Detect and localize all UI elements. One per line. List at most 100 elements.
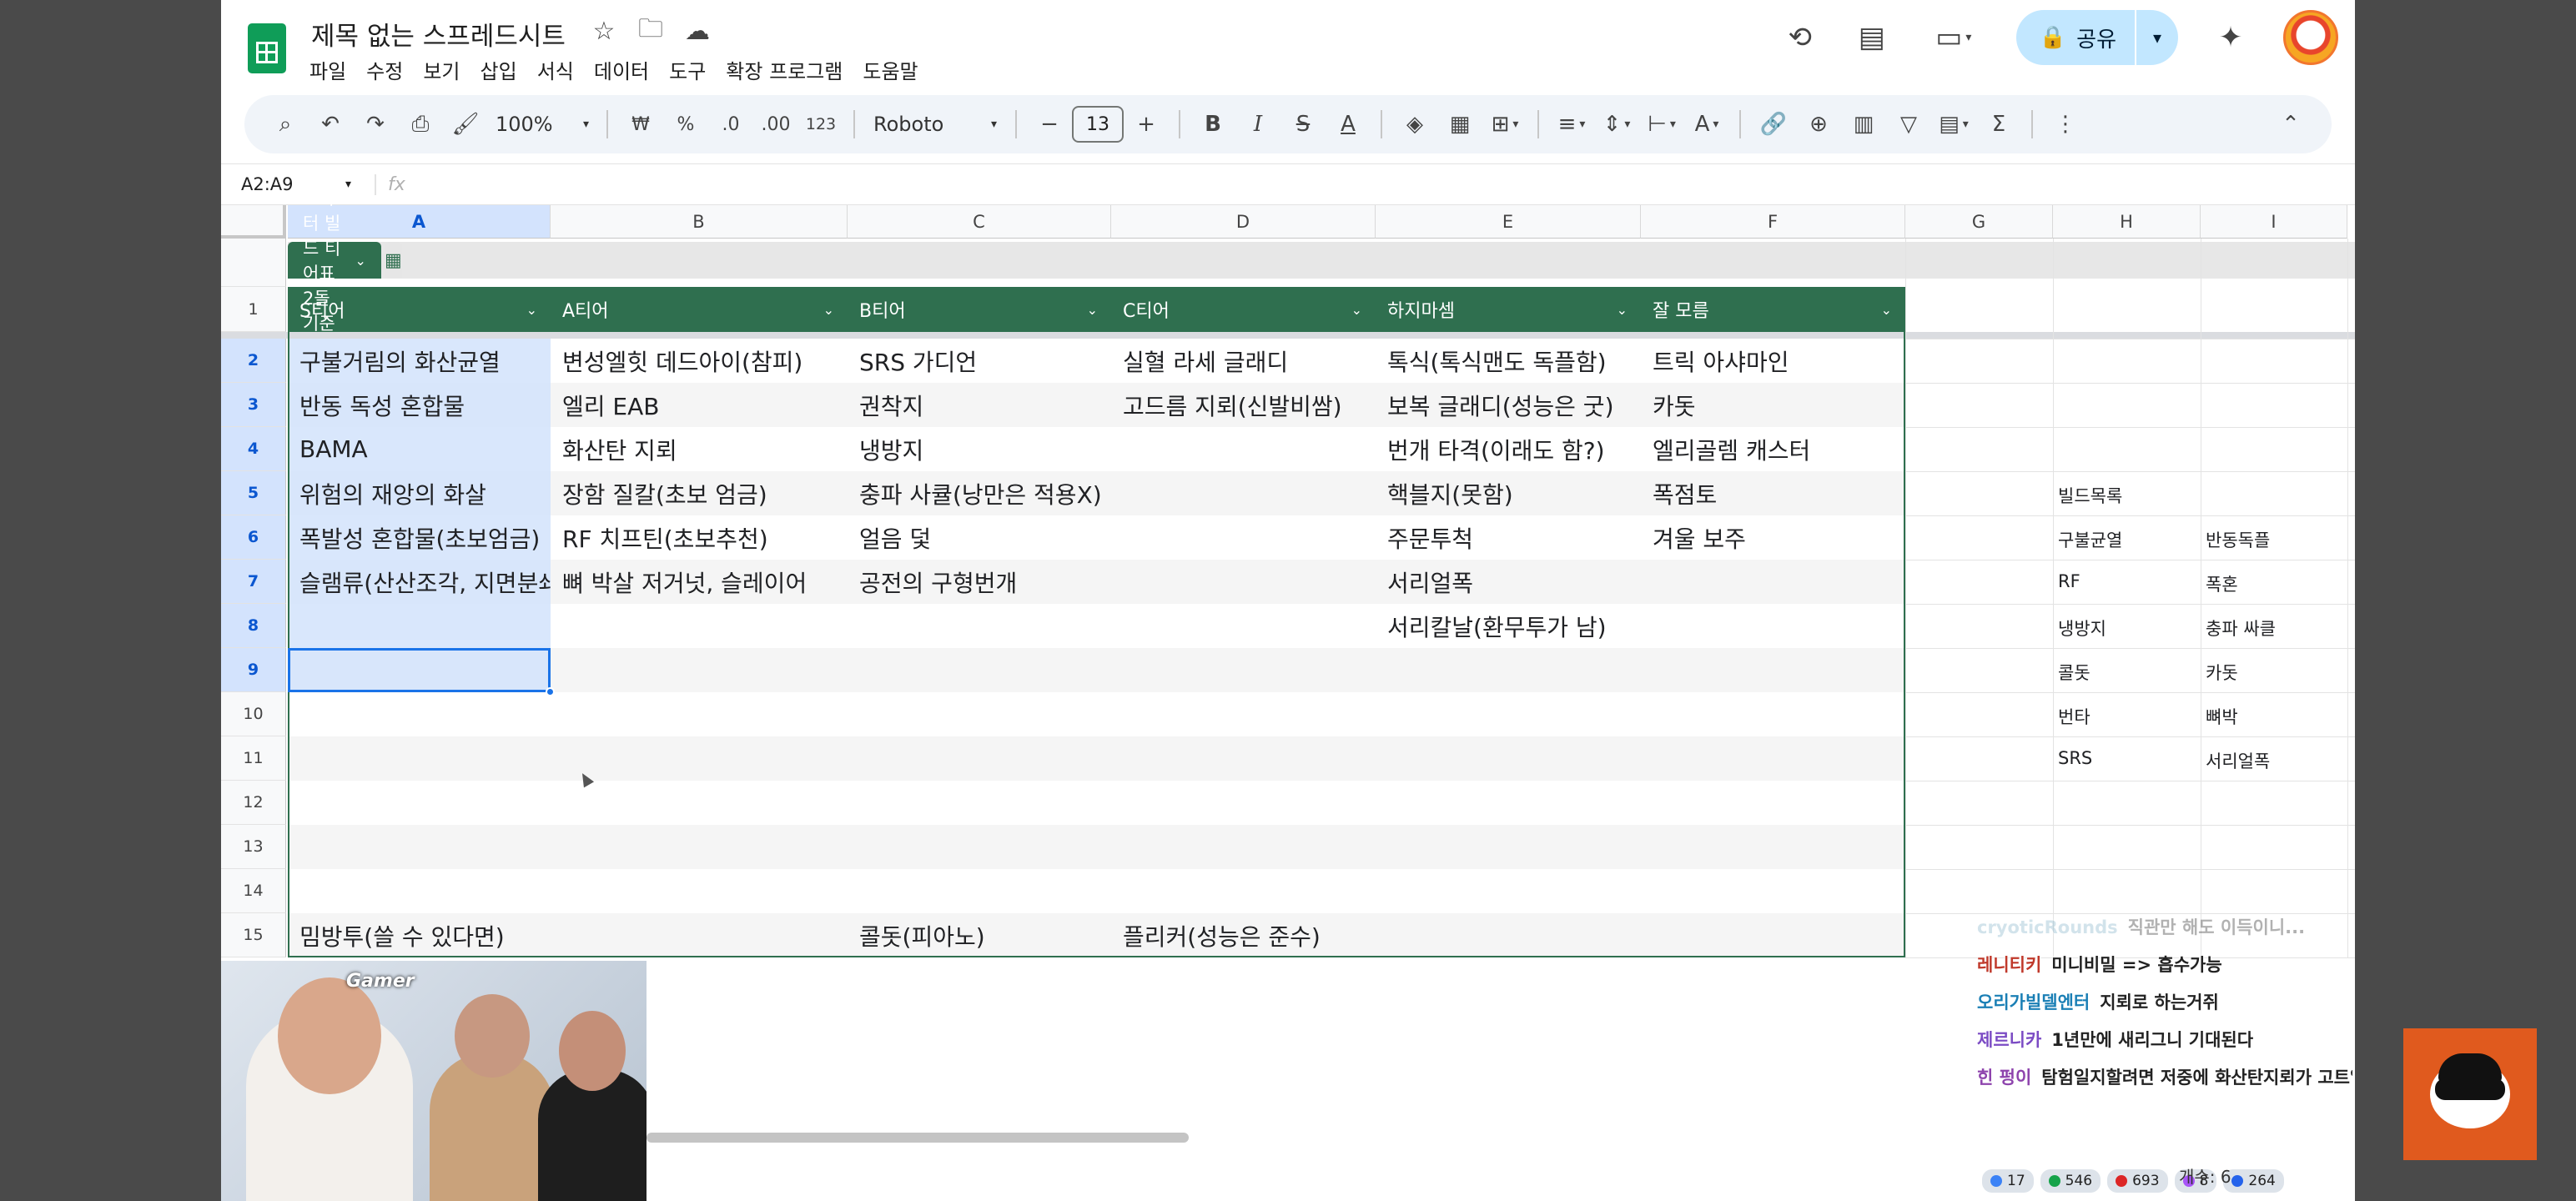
table-cell[interactable] bbox=[288, 648, 551, 692]
table-cell[interactable] bbox=[551, 869, 848, 913]
side-list-title[interactable]: 빌드목록 bbox=[2058, 483, 2122, 508]
fill-color-icon[interactable]: ◈ bbox=[1395, 104, 1435, 144]
table-cell[interactable]: 냉방지 bbox=[848, 427, 1111, 471]
side-list-cell[interactable]: 서리얼폭 bbox=[2206, 748, 2270, 773]
table-cell[interactable] bbox=[848, 825, 1111, 869]
font-size-increase-icon[interactable]: + bbox=[1126, 104, 1166, 144]
insert-link-icon[interactable]: 🔗 bbox=[1753, 104, 1794, 144]
table-name-button[interactable]: 스타터 빌드 티어표 2돌 기준 ⌄ bbox=[288, 188, 381, 334]
table-cell[interactable] bbox=[1111, 560, 1376, 604]
table-cell[interactable] bbox=[848, 692, 1111, 736]
side-list-cell[interactable]: 충파 싸클 bbox=[2206, 616, 2276, 641]
redo-icon[interactable]: ↷ bbox=[355, 104, 395, 144]
table-header-cell[interactable]: A티어 ⌄ bbox=[551, 287, 848, 332]
text-color-icon[interactable]: A bbox=[1328, 104, 1368, 144]
column-header-g[interactable]: G bbox=[1905, 205, 2053, 239]
table-cell[interactable] bbox=[551, 736, 848, 781]
table-cell[interactable] bbox=[1641, 648, 1905, 692]
functions-icon[interactable]: Σ bbox=[1979, 104, 2019, 144]
side-list-cell[interactable]: 냉방지 bbox=[2058, 616, 2106, 641]
menu-item[interactable]: 파일 bbox=[309, 55, 346, 84]
horizontal-scrollbar[interactable] bbox=[647, 1133, 1189, 1143]
row-header[interactable]: 8 bbox=[221, 604, 286, 648]
zoom-select[interactable]: 100% ▾ bbox=[491, 104, 594, 144]
table-cell[interactable] bbox=[1641, 869, 1905, 913]
row-header[interactable]: 11 bbox=[221, 736, 286, 781]
freeze-divider[interactable] bbox=[221, 332, 2355, 339]
table-cell[interactable] bbox=[1376, 825, 1641, 869]
table-cell[interactable]: 화산탄 지뢰 bbox=[551, 427, 848, 471]
side-list-cell[interactable]: SRS bbox=[2058, 748, 2092, 768]
table-cell[interactable]: 공전의 구형번개 bbox=[848, 560, 1111, 604]
menu-item[interactable]: 서식 bbox=[537, 55, 574, 84]
column-header-b[interactable]: B bbox=[551, 205, 848, 239]
number-format-button[interactable]: 123 bbox=[801, 104, 841, 144]
fill-handle[interactable] bbox=[546, 687, 555, 696]
column-header-h[interactable]: H bbox=[2053, 205, 2201, 239]
side-list-cell[interactable]: 폭혼 bbox=[2206, 571, 2238, 596]
search-menus-icon[interactable]: ⌕ bbox=[265, 104, 305, 144]
side-list-cell[interactable]: RF bbox=[2058, 571, 2080, 591]
table-cell[interactable] bbox=[1641, 781, 1905, 825]
cloud-status-icon[interactable]: ☁ bbox=[682, 15, 713, 47]
table-header-cell[interactable]: 잘 모름 ⌄ bbox=[1641, 287, 1905, 332]
row-header[interactable]: 1 bbox=[221, 287, 286, 332]
table-cell[interactable] bbox=[288, 825, 551, 869]
text-rotation-icon[interactable]: A ▾ bbox=[1687, 104, 1727, 144]
borders-icon[interactable]: ▦ bbox=[1440, 104, 1480, 144]
table-cell[interactable]: 번개 타격(이래도 함?) bbox=[1376, 427, 1641, 471]
meet-icon[interactable]: ▭ ▾ bbox=[1924, 18, 1983, 57]
column-header-c[interactable]: C bbox=[848, 205, 1111, 239]
table-cell[interactable]: 실혈 라세 글래디 bbox=[1111, 339, 1376, 383]
undo-icon[interactable]: ↶ bbox=[310, 104, 350, 144]
table-cell[interactable] bbox=[848, 604, 1111, 648]
table-cell[interactable] bbox=[1641, 560, 1905, 604]
paint-format-icon[interactable]: 🖌 bbox=[445, 104, 486, 144]
star-icon[interactable]: ☆ bbox=[588, 15, 620, 47]
menu-item[interactable]: 도움말 bbox=[863, 55, 918, 84]
table-cell[interactable] bbox=[551, 648, 848, 692]
share-button[interactable]: 🔒 공유 bbox=[2016, 10, 2135, 65]
menu-item[interactable]: 수정 bbox=[366, 55, 403, 84]
table-cell[interactable] bbox=[848, 781, 1111, 825]
table-cell[interactable]: 고드름 지뢰(신발비쌈) bbox=[1111, 383, 1376, 427]
row-header[interactable]: 2 bbox=[221, 339, 286, 383]
side-list-cell[interactable]: 반동독플 bbox=[2206, 527, 2270, 552]
print-icon[interactable]: ⎙ bbox=[400, 104, 440, 144]
row-header[interactable]: 14 bbox=[221, 869, 286, 913]
table-cell[interactable] bbox=[551, 825, 848, 869]
move-folder-icon[interactable]: 🗀 bbox=[635, 14, 667, 47]
table-cell[interactable] bbox=[1111, 825, 1376, 869]
table-cell[interactable]: 서리칼날(환무투가 남) bbox=[1376, 604, 1641, 648]
table-header-cell[interactable]: B티어 ⌄ bbox=[848, 287, 1111, 332]
increase-decimal-button[interactable]: .00 bbox=[756, 104, 796, 144]
gemini-sparkle-icon[interactable]: ✦ bbox=[2211, 18, 2250, 57]
table-cell[interactable]: 위험의 재앙의 화살 bbox=[288, 471, 551, 515]
merge-cells-icon[interactable]: ⊞ ▾ bbox=[1485, 104, 1525, 144]
decrease-decimal-button[interactable]: .0 bbox=[711, 104, 751, 144]
table-cell[interactable] bbox=[1641, 913, 1905, 957]
document-title[interactable]: 제목 없는 스프레드시트 bbox=[311, 15, 566, 53]
menu-item[interactable]: 보기 bbox=[423, 55, 460, 84]
table-cell[interactable]: 엘리 EAB bbox=[551, 383, 848, 427]
table-cell[interactable]: 서리얼폭 bbox=[1376, 560, 1641, 604]
bold-icon[interactable]: B bbox=[1193, 104, 1233, 144]
table-cell[interactable] bbox=[1111, 736, 1376, 781]
percent-format-button[interactable]: % bbox=[666, 104, 706, 144]
vertical-align-icon[interactable]: ⇕ ▾ bbox=[1597, 104, 1637, 144]
row-header[interactable]: 13 bbox=[221, 825, 286, 869]
table-cell[interactable] bbox=[1111, 648, 1376, 692]
table-cell[interactable]: 권착지 bbox=[848, 383, 1111, 427]
table-cell[interactable]: 장함 질칼(초보 엄금) bbox=[551, 471, 848, 515]
table-cell[interactable]: 변성엘힛 데드아이(참피) bbox=[551, 339, 848, 383]
table-cell[interactable]: 밈방투(쓸 수 있다면) bbox=[288, 913, 551, 957]
collapse-toolbar-icon[interactable]: ⌃ bbox=[2271, 104, 2311, 144]
row-header[interactable]: 5 bbox=[221, 471, 286, 515]
row-header[interactable]: 12 bbox=[221, 781, 286, 825]
table-header-cell[interactable]: 하지마셈 ⌄ bbox=[1376, 287, 1641, 332]
table-cell[interactable]: 뼈 박살 저거넛, 슬레이어 bbox=[551, 560, 848, 604]
text-wrapping-icon[interactable]: ⊢ ▾ bbox=[1642, 104, 1682, 144]
table-cell[interactable]: 카돗 bbox=[1641, 383, 1905, 427]
table-cell[interactable] bbox=[848, 648, 1111, 692]
insert-comment-icon[interactable]: ⊕ bbox=[1799, 104, 1839, 144]
